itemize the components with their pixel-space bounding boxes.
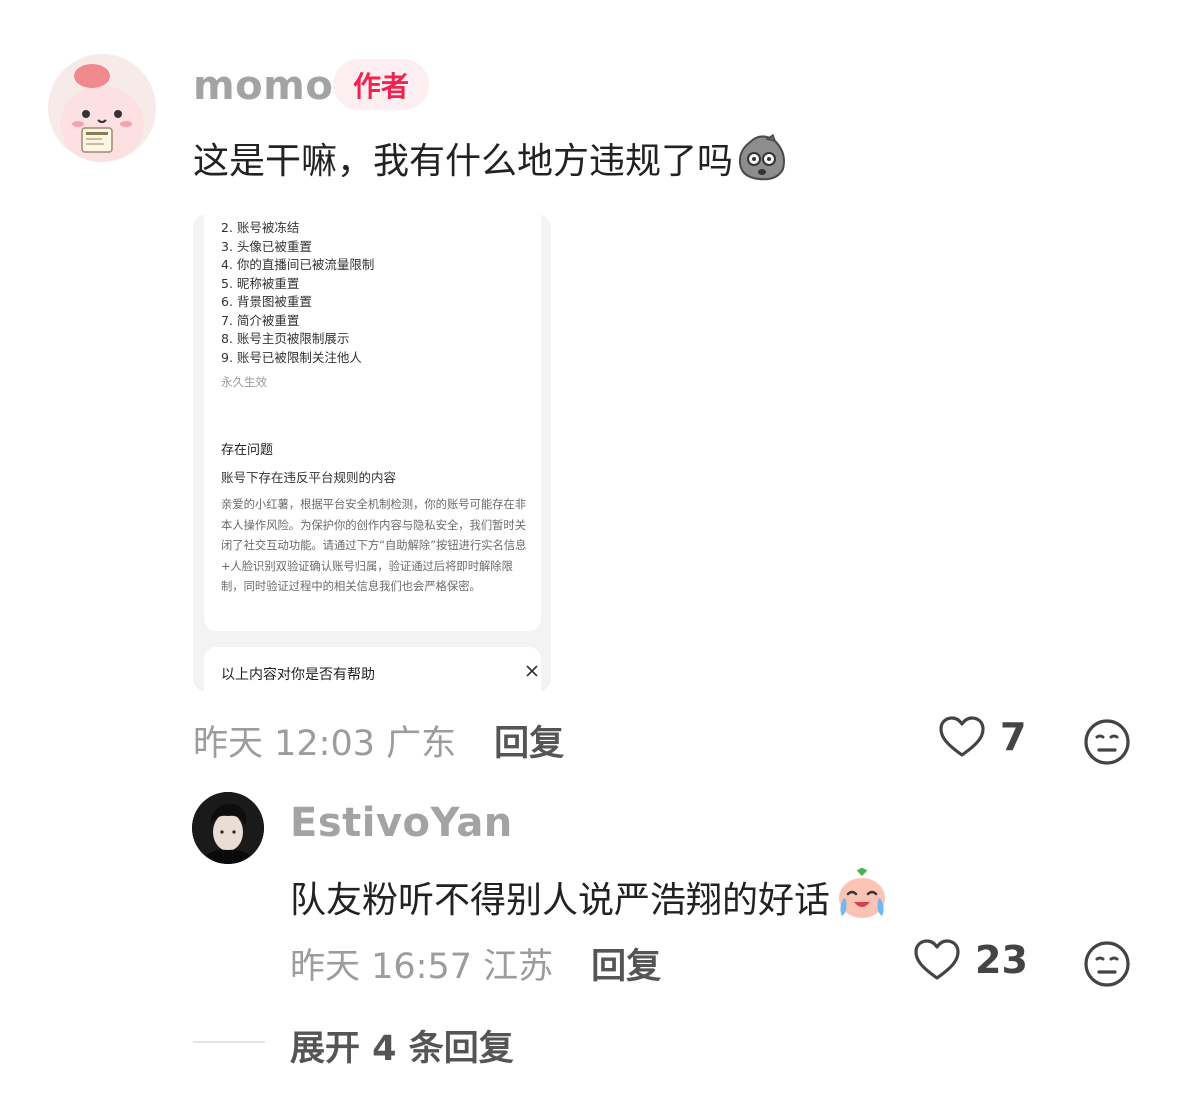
- close-icon: [526, 665, 538, 677]
- cartoon-avatar-icon: [48, 54, 156, 162]
- issue-heading: 存在问题: [221, 443, 274, 458]
- expand-replies-button[interactable]: 展开 4 条回复: [290, 1020, 514, 1071]
- dislike-face-icon[interactable]: [1083, 940, 1131, 988]
- reply-meta: 昨天 16:57 江苏 回复: [290, 938, 661, 989]
- attached-screenshot[interactable]: 2. 账号被冻结 3. 头像已被重置 4. 你的直播间已被流量限制 5. 昵称被…: [193, 214, 551, 692]
- penalty-item: 9. 账号已被限制关注他人: [221, 349, 362, 365]
- reply-button[interactable]: 回复: [494, 715, 564, 766]
- reply-text-content: 队友粉听不得别人说严浩翔的好话: [290, 880, 831, 921]
- avatar[interactable]: [48, 54, 156, 162]
- shocked-stone-emoji-icon: [738, 133, 786, 181]
- reply-reply-button[interactable]: 回复: [591, 938, 661, 989]
- crying-peach-emoji-icon: [839, 868, 886, 918]
- author-badge: 作者: [333, 59, 429, 110]
- issue-body: 亲爱的小红薯，根据平台安全机制检测，你的账号可能存在非本人操作风险。为保护你的创…: [221, 498, 527, 593]
- issue-panel: 存在问题 账号下存在违反平台规则的内容 亲爱的小红薯，根据平台安全机制检测，你的…: [204, 424, 541, 631]
- reply-text: 队友粉听不得别人说严浩翔的好话: [290, 868, 890, 923]
- like-count: 7: [1000, 715, 1027, 759]
- reply-time-location: 昨天 16:57 江苏: [290, 947, 554, 987]
- heart-icon: [939, 716, 985, 757]
- feedback-question: 以上内容对你是否有帮助: [221, 667, 375, 683]
- reply-avatar[interactable]: [192, 792, 264, 864]
- dislike-face-icon[interactable]: [1083, 718, 1131, 766]
- penalty-item: 8. 账号主页被限制展示: [221, 331, 350, 346]
- like-button[interactable]: 7: [938, 715, 1026, 759]
- issue-title: 账号下存在违反平台规则的内容: [221, 470, 397, 485]
- comment-time-location: 昨天 12:03 广东: [193, 724, 457, 764]
- comment-text: 这是干嘛，我有什么地方违规了吗: [193, 132, 787, 184]
- reply-like-count: 23: [975, 938, 1028, 982]
- penalty-item: 3. 头像已被重置: [221, 238, 312, 254]
- penalty-item: 7. 简介被重置: [221, 312, 300, 328]
- penalty-item: 2. 账号被冻结: [221, 220, 300, 235]
- penalty-item: 4. 你的直播间已被流量限制: [221, 257, 375, 272]
- comment-text-content: 这是干嘛，我有什么地方违规了吗: [193, 141, 734, 182]
- penalty-item: 6. 背景图被重置: [221, 294, 312, 309]
- effect-note: 永久生效: [221, 375, 267, 389]
- comment-username[interactable]: momo: [193, 63, 333, 109]
- comment-meta: 昨天 12:03 广东 回复: [193, 715, 564, 766]
- heart-icon: [914, 939, 960, 980]
- divider: [193, 1041, 265, 1043]
- reply-like-button[interactable]: 23: [913, 938, 1028, 982]
- feedback-panel: 以上内容对你是否有帮助: [204, 647, 541, 692]
- penalty-item: 5. 昵称被重置: [221, 275, 300, 291]
- user-photo-avatar-icon: [192, 792, 264, 864]
- reply-username[interactable]: EstivoYan: [290, 800, 513, 846]
